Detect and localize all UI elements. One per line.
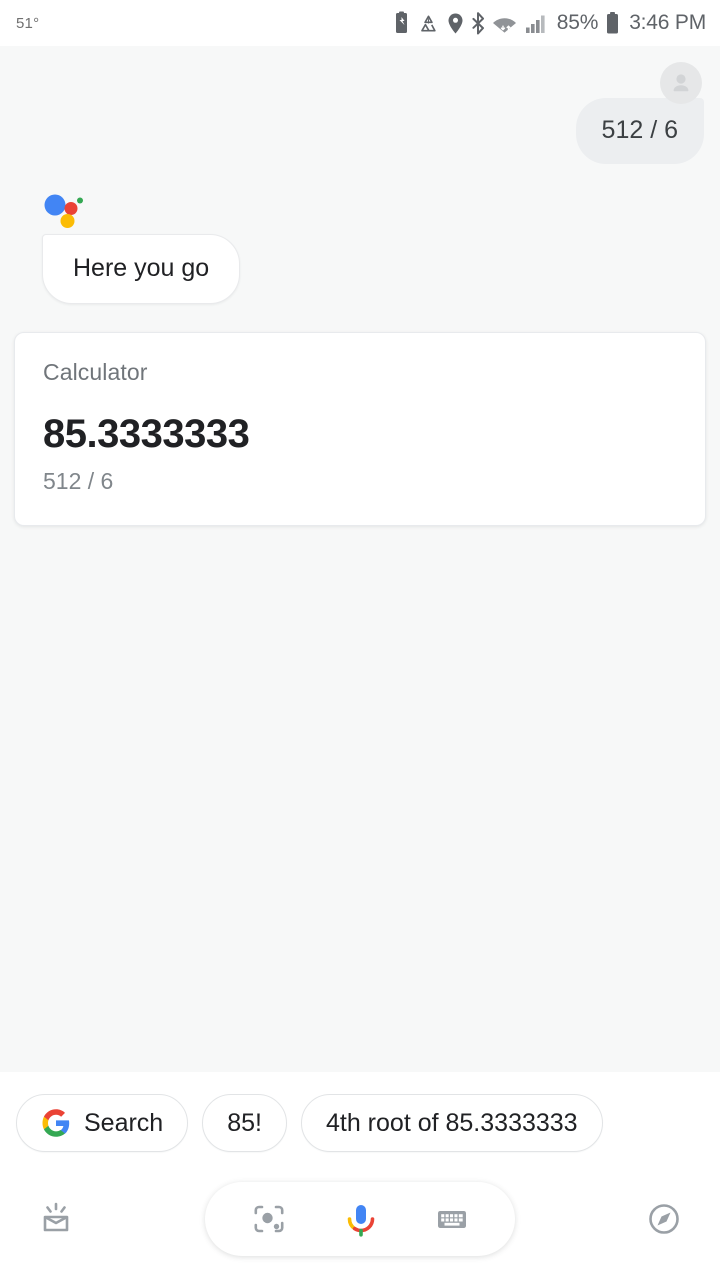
user-message-bubble[interactable]: 512 / 6 — [575, 98, 704, 164]
suggestion-chip-factorial[interactable]: 85! — [202, 1094, 287, 1152]
bluetooth-icon — [472, 11, 484, 34]
suggestion-chip-label: 85! — [227, 1108, 262, 1137]
suggestion-chip-fourth-root[interactable]: 4th root of 85.3333333 — [300, 1094, 603, 1152]
bottom-panel: Search 85! 4th root of 85.3333333 — [0, 1072, 720, 1280]
status-battery-percent: 85% — [556, 11, 599, 34]
wifi-icon — [492, 17, 516, 33]
assistant-input-pill — [205, 1182, 515, 1256]
location-icon — [448, 13, 463, 33]
suggestion-chip-search[interactable]: Search — [16, 1094, 189, 1152]
avatar-person-glyph — [673, 74, 689, 92]
status-clock: 3:46 PM — [629, 11, 706, 34]
user-message-row: 512 / 6 — [0, 46, 720, 164]
google-lens-icon[interactable] — [249, 1199, 289, 1239]
user-avatar-icon[interactable] — [660, 62, 702, 104]
status-temperature: 51° — [16, 14, 40, 32]
suggestion-chip-label: Search — [84, 1108, 164, 1137]
explore-compass-icon[interactable] — [642, 1197, 686, 1241]
suggestion-chip-label: 4th root of 85.3333333 — [325, 1108, 578, 1137]
cellular-signal-icon — [525, 15, 545, 33]
assistant-message-row: Here you go — [0, 164, 720, 304]
google-g-icon — [42, 1109, 70, 1137]
assistant-screen: 51° 85% 3:46 PM 512 / 6 Here you go Calc… — [0, 0, 720, 1280]
suggestion-chips: Search 85! 4th root of 85.3333333 — [0, 1072, 720, 1168]
battery-saver-icon — [395, 11, 407, 33]
snapshot-inbox-icon[interactable] — [34, 1197, 78, 1241]
battery-icon — [607, 12, 619, 34]
status-bar: 51° 85% 3:46 PM — [0, 0, 720, 46]
calculator-card[interactable]: Calculator 85.3333333 512 / 6 — [14, 331, 706, 526]
calculator-expression: 512 / 6 — [43, 467, 114, 494]
google-assistant-logo-icon — [42, 194, 88, 228]
conversation-area: 512 / 6 Here you go Calculator 85.333333… — [0, 46, 720, 1072]
bottom-toolbar — [0, 1168, 720, 1280]
calculator-result: 85.3333333 — [43, 411, 250, 456]
assistant-message-bubble[interactable]: Here you go — [42, 233, 241, 304]
data-saver-icon — [420, 14, 436, 32]
calculator-card-label: Calculator — [43, 358, 148, 385]
status-bar-right-group: 85% 3:46 PM — [393, 11, 706, 35]
keyboard-icon[interactable] — [433, 1200, 471, 1238]
google-mic-icon[interactable] — [340, 1198, 382, 1240]
